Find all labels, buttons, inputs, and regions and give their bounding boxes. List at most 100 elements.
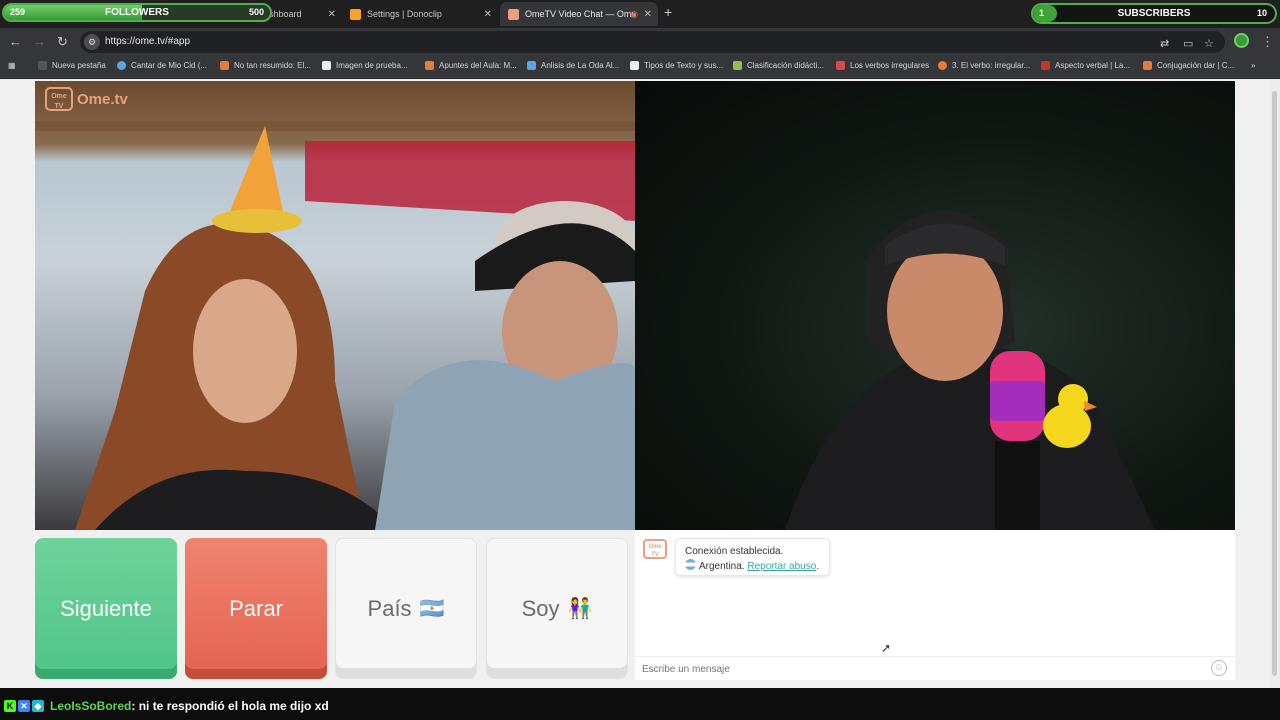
argentina-flag-icon: 🇦🇷 [419, 598, 445, 620]
new-tab-button[interactable]: + [664, 4, 672, 20]
close-icon[interactable]: ✕ [484, 9, 492, 20]
followers-label: FOLLOWERS [105, 7, 169, 18]
bookmark-item[interactable]: Los verbos irregulares [836, 61, 929, 70]
system-message: Conexión establecida. Argentina. Reporta… [675, 538, 830, 576]
donoclip-icon [350, 8, 361, 20]
logo-text: Ome.tv [77, 90, 128, 108]
scrollbar-thumb[interactable] [1272, 91, 1277, 676]
stream-chat-message: LeoIsSoBored: ni te respondió el hola me… [50, 699, 329, 713]
profile-avatar[interactable] [1234, 33, 1249, 48]
page-icon [630, 61, 639, 70]
blogger-icon [220, 61, 229, 70]
page-icon [322, 61, 331, 70]
subscribers-goal-bar: 1 SUBSCRIBERS 10 [1031, 3, 1277, 24]
page-icon [38, 61, 47, 70]
page-icon [733, 61, 742, 70]
bookmark-item[interactable]: No tan resumido: El... [220, 61, 311, 70]
bookmark-item[interactable]: Anlisis de La Oda Al... [527, 61, 619, 70]
bookmark-label: Cantar de Mio Cid (... [131, 61, 208, 70]
ometv-logo: Ome TV Ome.tv [45, 87, 128, 111]
cast-icon[interactable]: ▭ [1183, 37, 1193, 50]
chat-message-text: : ni te respondió el hola me dijo xd [131, 699, 329, 713]
message-input[interactable] [642, 661, 1202, 677]
bookmark-item[interactable]: Tipos de Texto y sus... [630, 61, 723, 70]
bookmark-item[interactable]: Clasificación didácti... [733, 61, 824, 70]
tab-label: OmeTV Video Chat — Ome [525, 9, 633, 19]
tab-ometv[interactable]: OmeTV Video Chat — Ome ◉ ✕ [500, 2, 658, 26]
globe-icon [117, 61, 126, 70]
apps-grid-icon[interactable]: ▦ [8, 61, 16, 70]
bookmark-label: No tan resumido: El... [234, 61, 311, 70]
followers-goal-bar: 259 FOLLOWERS 500 [2, 3, 272, 22]
country-name: Argentina. [699, 561, 745, 572]
bookmark-item[interactable]: Cantar de Mio Cid (... [117, 61, 207, 70]
verified-badge-icon: ✕ [18, 700, 30, 712]
bookmark-item[interactable]: Imagen de prueba... [322, 61, 408, 70]
more-bookmarks-icon[interactable]: » [1251, 61, 1255, 70]
menu-icon[interactable]: ⋮ [1261, 34, 1274, 50]
blogger-icon [425, 61, 434, 70]
argentina-flag-icon [685, 559, 696, 570]
country-button[interactable]: País 🇦🇷 [335, 538, 477, 679]
translate-icon[interactable]: ⇄ [1160, 37, 1169, 50]
site-info-icon[interactable]: ⚙ [84, 34, 100, 50]
couple-icon: 👫 [567, 598, 593, 620]
message-composer: ☺ [635, 656, 1235, 680]
followers-goal: 500 [248, 7, 264, 17]
ometv-icon [508, 8, 519, 20]
bookmark-label: Tipos de Texto y sus... [644, 61, 724, 70]
bookmark-item[interactable]: Apuntes del Aula: M... [425, 61, 517, 70]
text-chat-panel: Ome TV Conexión establecida. Argentina. … [635, 530, 1235, 680]
bookmarks-bar: ▦ Nueva pestaña Cantar de Mio Cid (... N… [0, 56, 1280, 78]
mouse-cursor-icon: ➚ [881, 641, 892, 655]
gender-button[interactable]: Soy 👫 [486, 538, 628, 679]
bookmark-label: Nueva pestaña [52, 61, 106, 70]
page-icon [1143, 61, 1152, 70]
browser-toolbar: ← → ↻ ⚙ https://ome.tv/#app ⇄ ▭ ☆ ⋮ [0, 28, 1280, 56]
gender-label: Soy [521, 595, 560, 621]
forward-icon[interactable]: → [33, 34, 46, 49]
page-scrollbar[interactable] [1269, 79, 1280, 688]
next-button[interactable]: Siguiente [35, 538, 177, 679]
bookmark-label: Los verbos irregulares [850, 61, 930, 70]
close-icon[interactable]: ✕ [644, 9, 652, 20]
subscribers-goal: 10 [1256, 8, 1267, 18]
bookmark-label: Clasificación didácti... [747, 61, 824, 70]
bookmark-label: Conjugación dar | C... [1157, 61, 1235, 70]
address-bar[interactable]: ⚙ https://ome.tv/#app ⇄ ▭ ☆ [80, 31, 1225, 53]
recording-icon: ◉ [630, 8, 638, 19]
bookmark-item[interactable]: Conjugación dar | C... [1143, 61, 1234, 70]
emoji-icon[interactable]: ☺ [1211, 660, 1227, 676]
stop-button[interactable]: Parar [185, 538, 327, 679]
bookmark-label: Anlisis de La Oda Al... [541, 61, 620, 70]
country-label: País [367, 595, 412, 621]
next-label: Siguiente [60, 595, 152, 621]
bookmark-label: 3. El verbo: irregular... [952, 61, 1031, 70]
ometv-page: Ome TV Ome.tv Siguiente Parar País 🇦🇷 So… [0, 79, 1280, 688]
close-icon[interactable]: ✕ [328, 9, 336, 20]
page-icon [527, 61, 536, 70]
bookmark-item[interactable]: 3. El verbo: irregular... [938, 61, 1030, 70]
remote-video: Ome TV Ome.tv [35, 81, 635, 530]
page-icon [1041, 61, 1050, 70]
tab-donoclip[interactable]: Settings | Donoclip ✕ [342, 2, 498, 26]
bookmark-star-icon[interactable]: ☆ [1204, 37, 1214, 50]
back-icon[interactable]: ← [9, 34, 22, 49]
stream-chat-overlay: K ✕ ◆ LeoIsSoBored: ni te respondió el h… [0, 688, 1280, 720]
reload-icon[interactable]: ↻ [57, 34, 68, 50]
subscribers-label: SUBSCRIBERS [1117, 8, 1191, 19]
gem-badge-icon: ◆ [32, 700, 44, 712]
user-badges: K ✕ ◆ [4, 700, 44, 712]
bookmark-label: Imagen de prueba... [336, 61, 408, 70]
url-text: https://ome.tv/#app [105, 36, 191, 47]
local-video-scene [785, 210, 1155, 530]
stop-label: Parar [229, 595, 283, 621]
kick-badge-icon: K [4, 700, 16, 712]
bookmark-item[interactable]: Aspecto verbal | La... [1041, 61, 1130, 70]
page-icon [836, 61, 845, 70]
bookmark-label: Apuntes del Aula: M... [439, 61, 517, 70]
report-abuse-link[interactable]: Reportar abuso [747, 561, 816, 572]
partner-country: Argentina. Reportar abuso. [685, 559, 820, 574]
bookmark-item[interactable]: Nueva pestaña [38, 61, 106, 70]
page-icon [938, 61, 947, 70]
